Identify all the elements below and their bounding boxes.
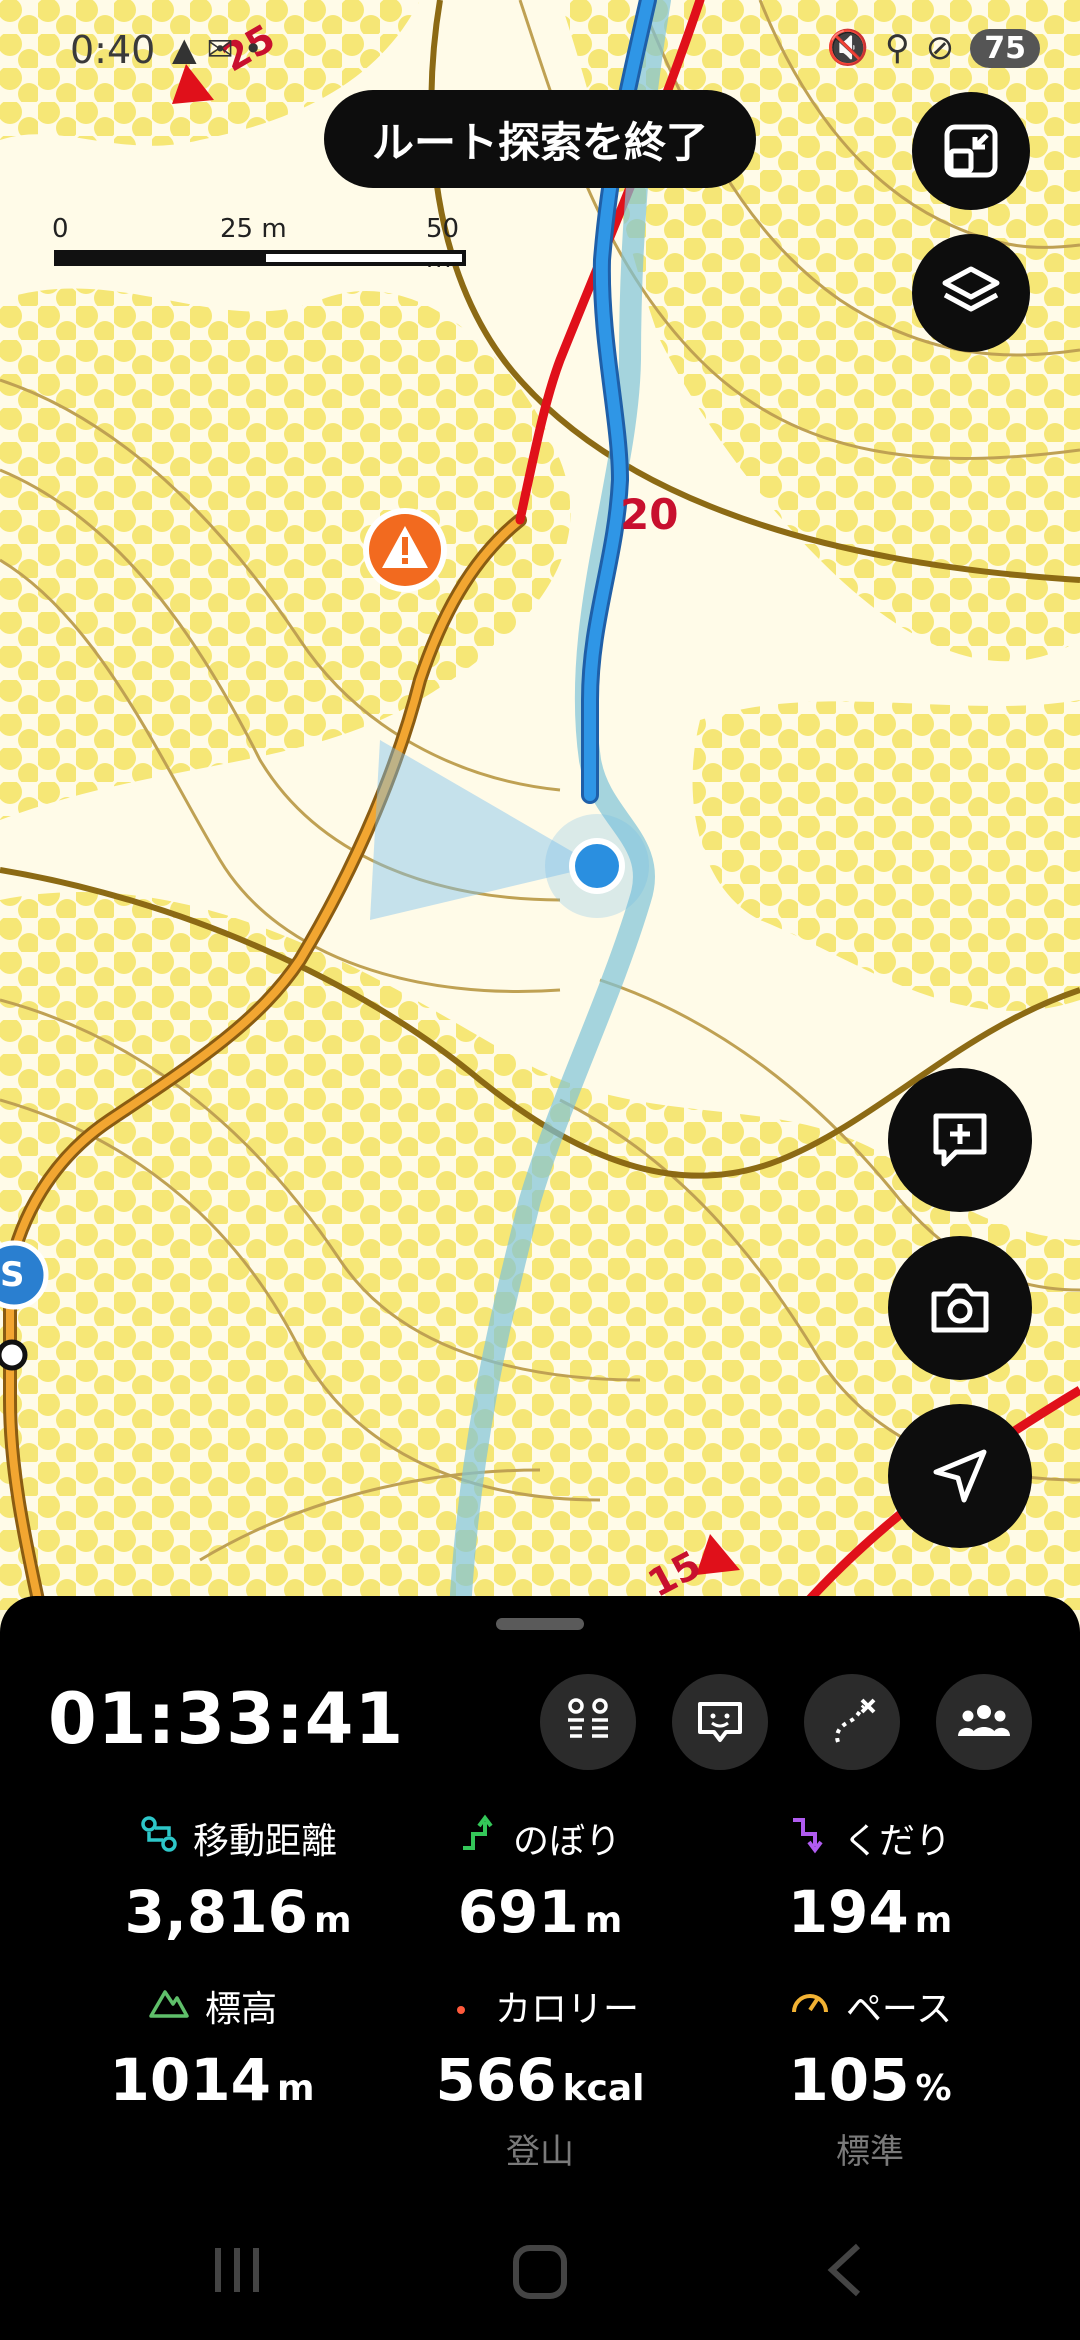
collapse-map-button[interactable] bbox=[912, 92, 1030, 210]
minimize-icon bbox=[944, 124, 998, 178]
stat-value: 566 bbox=[435, 2046, 557, 2114]
back-icon[interactable] bbox=[820, 2240, 870, 2300]
group-button[interactable] bbox=[936, 1674, 1032, 1770]
route-icon bbox=[139, 1814, 179, 1863]
panel-drag-handle[interactable] bbox=[496, 1618, 584, 1630]
stat-header: くだり bbox=[690, 1812, 1050, 1864]
start-marker-label[interactable]: S bbox=[0, 1255, 28, 1295]
mute-icon: 🔇 bbox=[826, 28, 869, 68]
add-comment-icon bbox=[933, 1113, 987, 1167]
stat-value: 105 bbox=[788, 2046, 910, 2114]
stat-4: カロリー 566 kcal 登山 bbox=[360, 1980, 720, 2173]
stat-value: 691 bbox=[457, 1878, 579, 1946]
stat-label: カロリー bbox=[494, 1989, 639, 2030]
navigation-arrow-icon bbox=[933, 1449, 987, 1503]
stat-unit: % bbox=[915, 2068, 952, 2109]
location-icon: ⚲ bbox=[884, 28, 910, 68]
stat-value: 3,816 bbox=[124, 1878, 308, 1946]
stat-unit: m bbox=[276, 2068, 315, 2109]
stat-label: のぼり bbox=[512, 1821, 621, 1862]
contour-label: 20 bbox=[620, 490, 679, 539]
report-button[interactable] bbox=[672, 1674, 768, 1770]
elapsed-time: 01:33:41 bbox=[48, 1678, 405, 1760]
stat-value: 194 bbox=[787, 1878, 909, 1946]
stat-label: 移動距離 bbox=[192, 1821, 337, 1862]
stat-label: 標高 bbox=[204, 1989, 277, 2030]
status-icons: 🔇 ⚲ ⊘ 75 bbox=[826, 28, 1040, 68]
stat-5: ペース 105% 標準 bbox=[690, 1980, 1050, 2173]
stat-header: ペース bbox=[690, 1980, 1050, 2032]
stat-sub: 標準 bbox=[836, 2132, 904, 2172]
stat-value: 1014 bbox=[109, 2046, 271, 2114]
stat-value-row: 1014 m bbox=[32, 2046, 392, 2114]
activity-panel: 01:33:41 移動距離 3,816 m のぼり 691 m くだり 194 m 標 bbox=[0, 1596, 1080, 2340]
dnd-icon: ⊘ bbox=[925, 28, 955, 68]
group-icon bbox=[958, 1705, 1010, 1736]
route-deviation-button[interactable] bbox=[804, 1674, 900, 1770]
stat-label: ペース bbox=[845, 1989, 953, 2030]
gauge-icon bbox=[788, 1982, 832, 2031]
stat-header: カロリー bbox=[360, 1980, 720, 2032]
end-route-search-button[interactable]: ルート探索を終了 bbox=[324, 90, 756, 188]
battery-level: 75 bbox=[970, 28, 1040, 68]
stat-value-row: 105% bbox=[690, 2046, 1050, 2114]
status-time: 0:40 bbox=[70, 28, 156, 72]
stat-unit: m bbox=[584, 1900, 623, 1941]
descent-icon bbox=[789, 1814, 829, 1863]
stat-label: くだり bbox=[842, 1821, 951, 1862]
recent-apps-icon[interactable] bbox=[210, 2240, 264, 2300]
camera-button[interactable] bbox=[888, 1236, 1032, 1380]
route-off-icon bbox=[835, 1698, 876, 1743]
add-memo-button[interactable] bbox=[888, 1068, 1032, 1212]
pins-icon bbox=[568, 1698, 608, 1738]
stat-header: 標高 bbox=[32, 1980, 392, 2032]
scale-mid: 25 m bbox=[220, 214, 287, 244]
layers-icon bbox=[942, 266, 1000, 312]
stat-3: 標高 1014 m bbox=[32, 1980, 392, 2124]
chat-face-icon bbox=[698, 1702, 742, 1742]
notification-icons: ▲ ✉ • bbox=[172, 30, 263, 68]
stat-value-row: 691 m bbox=[360, 1878, 720, 1946]
stat-value-row: 194 m bbox=[690, 1878, 1050, 1946]
current-location-button[interactable] bbox=[888, 1404, 1032, 1548]
scale-bar bbox=[54, 250, 466, 266]
stat-header: のぼり bbox=[360, 1812, 720, 1864]
camera-icon bbox=[931, 1283, 989, 1333]
stat-unit: m bbox=[313, 1900, 352, 1941]
home-icon[interactable] bbox=[508, 2240, 572, 2304]
ascent-icon bbox=[459, 1814, 499, 1863]
checkpoint-button[interactable] bbox=[540, 1674, 636, 1770]
stat-sub: 登山 bbox=[506, 2132, 574, 2172]
flame-icon bbox=[441, 1982, 481, 2031]
layers-button[interactable] bbox=[912, 234, 1030, 352]
stat-2: くだり 194 m bbox=[690, 1812, 1050, 1956]
scale-zero: 0 bbox=[52, 214, 69, 244]
stat-unit: m bbox=[914, 1900, 953, 1941]
stat-1: のぼり 691 m bbox=[360, 1812, 720, 1956]
stat-value-row: 566 kcal bbox=[360, 2046, 720, 2114]
mountain-icon bbox=[147, 1982, 191, 2031]
system-nav-bar bbox=[0, 2210, 1080, 2340]
stat-unit: kcal bbox=[562, 2068, 645, 2109]
map-scale: 0 25 m 50 m bbox=[52, 214, 472, 274]
